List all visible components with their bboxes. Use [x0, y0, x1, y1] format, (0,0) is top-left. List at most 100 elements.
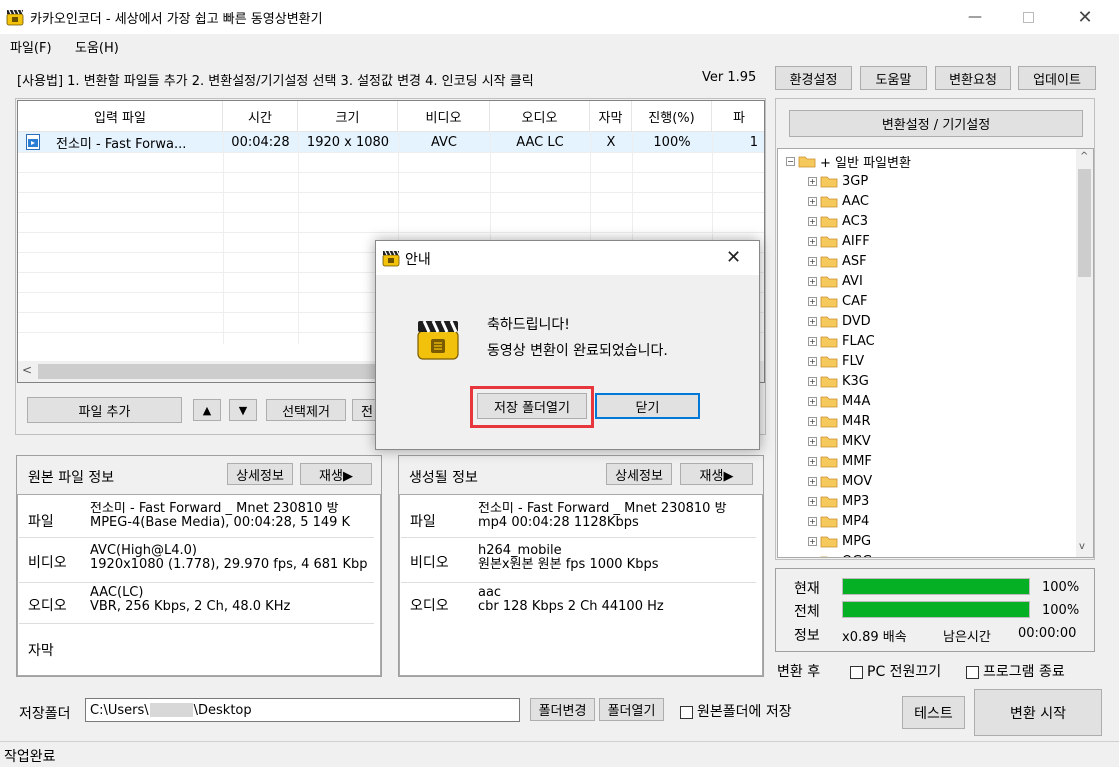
- tree-item-m4a[interactable]: + M4A: [808, 391, 870, 411]
- tree-item-dvd[interactable]: + DVD: [808, 311, 871, 331]
- col-header-video[interactable]: 비디오: [398, 101, 490, 131]
- expand-icon[interactable]: +: [808, 336, 817, 346]
- redacted-username: [149, 703, 193, 717]
- folder-icon: [820, 536, 838, 547]
- expand-icon[interactable]: +: [808, 536, 817, 546]
- open-folder-button[interactable]: 폴더열기: [599, 698, 664, 721]
- output-play-button[interactable]: 재생▶: [680, 463, 753, 485]
- menu-help[interactable]: 도움(H): [75, 37, 119, 56]
- tree-item-flv[interactable]: + FLV: [808, 351, 864, 371]
- expand-icon[interactable]: +: [808, 516, 817, 526]
- env-settings-button[interactable]: 환경설정: [775, 66, 852, 90]
- dialog-close-icon[interactable]: ✕: [726, 247, 741, 268]
- scroll-down-icon[interactable]: v: [1079, 541, 1085, 552]
- output-detail-button[interactable]: 상세정보: [606, 463, 672, 485]
- checkbox-box[interactable]: [966, 665, 979, 679]
- expand-icon[interactable]: +: [808, 176, 817, 186]
- grid-line: [18, 212, 764, 213]
- expand-icon[interactable]: +: [808, 196, 817, 206]
- tree-item-mkv[interactable]: + MKV: [808, 431, 871, 451]
- vertical-scrollbar[interactable]: ^ v: [1076, 149, 1093, 557]
- remove-selected-button[interactable]: 선택제거: [266, 399, 346, 421]
- tree-item-mmf[interactable]: + MMF: [808, 451, 872, 471]
- save-folder-input[interactable]: C:\Users\ \Desktop: [85, 698, 520, 722]
- tree-item-3gp[interactable]: +3GP: [808, 171, 868, 191]
- scroll-thumb[interactable]: [1078, 169, 1091, 277]
- update-button[interactable]: 업데이트: [1018, 66, 1096, 90]
- tree-item-k3g[interactable]: + K3G: [808, 371, 869, 391]
- expand-icon[interactable]: +: [808, 416, 817, 426]
- expand-icon[interactable]: +: [808, 316, 817, 326]
- checkbox-box[interactable]: [680, 705, 693, 719]
- minimize-button[interactable]: —: [950, 0, 1000, 34]
- dialog-close-button[interactable]: 닫기: [595, 393, 700, 419]
- format-tree[interactable]: − + 일반 파일변환 +3GP + AAC + AC3 + AIFF + ASF + AVI + CA…: [777, 148, 1094, 558]
- tree-item-label: MOV: [842, 473, 873, 489]
- expand-icon[interactable]: +: [808, 396, 817, 406]
- row-file-name: 전소미 - Fast Forwa...: [56, 136, 187, 152]
- col-header-progress[interactable]: 진행(%): [632, 101, 712, 131]
- tree-item-asf[interactable]: + ASF: [808, 251, 867, 271]
- test-button[interactable]: 테스트: [902, 696, 965, 729]
- tree-item-mov[interactable]: + MOV: [808, 471, 872, 491]
- help-button[interactable]: 도움말: [860, 66, 927, 90]
- expand-icon[interactable]: +: [808, 236, 817, 246]
- add-file-button[interactable]: 파일 추가: [27, 397, 182, 423]
- move-down-button[interactable]: ▼: [229, 399, 257, 421]
- expand-icon[interactable]: +: [808, 376, 817, 386]
- request-button[interactable]: 변환요청: [935, 66, 1011, 90]
- grid-line: [18, 172, 764, 173]
- tree-item-caf[interactable]: + CAF: [808, 291, 867, 311]
- col-header-input[interactable]: 입력 파일: [18, 101, 223, 131]
- tree-item-label: MPG: [842, 533, 872, 549]
- col-header-audio[interactable]: 오디오: [490, 101, 590, 131]
- pc-off-checkbox[interactable]: PC 전원끄기: [850, 661, 941, 681]
- save-to-source-checkbox[interactable]: 원본폴더에 저장: [680, 701, 792, 721]
- expand-icon[interactable]: +: [808, 476, 817, 486]
- move-up-button[interactable]: ▲: [193, 399, 221, 421]
- scroll-left-icon[interactable]: <: [22, 363, 32, 377]
- menu-file[interactable]: 파일(F): [10, 37, 52, 56]
- source-detail-button[interactable]: 상세정보: [227, 463, 293, 485]
- open-save-folder-button[interactable]: 저장 폴더열기: [477, 393, 587, 419]
- tree-item-avi[interactable]: + AVI: [808, 271, 863, 291]
- tree-item-mp3[interactable]: + MP3: [808, 491, 869, 511]
- title-bar: 카카오인코더 - 세상에서 가장 쉽고 빠른 동영상변환기 — ✕: [0, 0, 1119, 34]
- col-header-size[interactable]: 크기: [298, 101, 398, 131]
- expand-icon[interactable]: +: [808, 456, 817, 466]
- tree-root[interactable]: − + 일반 파일변환: [786, 151, 911, 171]
- tree-item-ogg[interactable]: + OGG: [808, 551, 872, 557]
- output-video-line2: 원본x원본 원본 fps 1000 Kbps: [478, 557, 659, 572]
- maximize-button[interactable]: [1003, 0, 1053, 34]
- close-window-button[interactable]: ✕: [1060, 0, 1110, 34]
- expand-icon[interactable]: +: [808, 356, 817, 366]
- expand-icon[interactable]: +: [808, 296, 817, 306]
- source-play-button[interactable]: 재생▶: [300, 463, 372, 485]
- expand-icon[interactable]: +: [808, 216, 817, 226]
- settings-device-button[interactable]: 변환설정 / 기기설정: [789, 110, 1083, 137]
- expand-icon[interactable]: +: [808, 556, 817, 557]
- tree-item-ac3[interactable]: + AC3: [808, 211, 868, 231]
- start-conversion-button[interactable]: 변환 시작: [974, 689, 1102, 736]
- tree-item-flac[interactable]: + FLAC: [808, 331, 875, 351]
- tree-item-aiff[interactable]: + AIFF: [808, 231, 870, 251]
- collapse-icon[interactable]: −: [786, 156, 795, 166]
- scroll-up-icon[interactable]: ^: [1080, 151, 1088, 162]
- tree-item-mp4[interactable]: + MP4: [808, 511, 869, 531]
- change-folder-button[interactable]: 폴더변경: [530, 698, 595, 721]
- quit-program-checkbox[interactable]: 프로그램 종료: [966, 661, 1065, 681]
- expand-icon[interactable]: +: [808, 256, 817, 266]
- checkbox-box[interactable]: [850, 665, 863, 679]
- source-subtitle-label: 자막: [28, 643, 54, 659]
- tree-item-m4r[interactable]: + M4R: [808, 411, 871, 431]
- tree-item-aac[interactable]: + AAC: [808, 191, 869, 211]
- tree-item-mpg[interactable]: + MPG: [808, 531, 871, 551]
- expand-icon[interactable]: +: [808, 436, 817, 446]
- col-header-subtitle[interactable]: 자막: [590, 101, 632, 131]
- expand-icon[interactable]: +: [808, 496, 817, 506]
- app-clapper-icon: [382, 250, 400, 267]
- tree-item-label: FLAC: [842, 333, 875, 349]
- expand-icon[interactable]: +: [808, 276, 817, 286]
- col-header-time[interactable]: 시간: [223, 101, 298, 131]
- col-header-extra[interactable]: 파: [712, 101, 766, 131]
